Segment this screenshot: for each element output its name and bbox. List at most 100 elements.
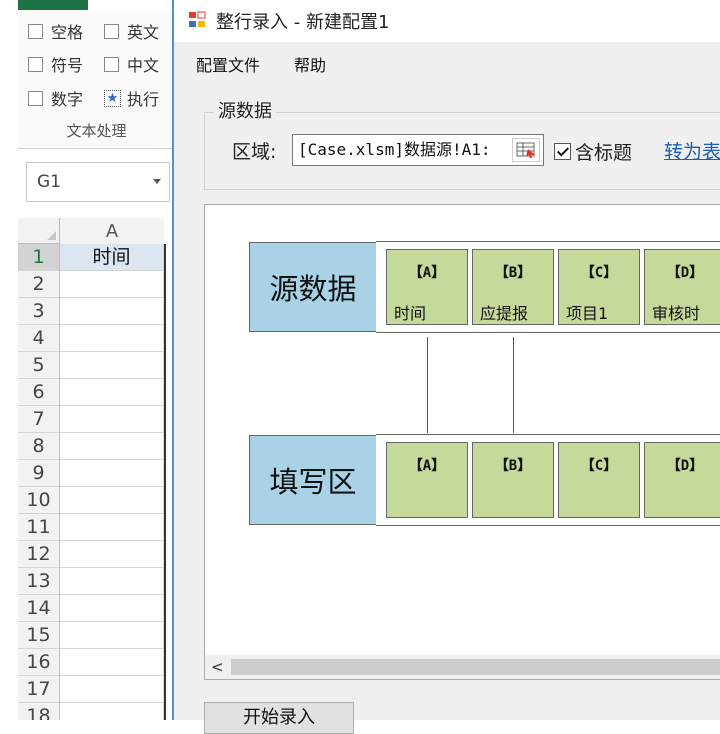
column-name: 时间 <box>394 304 427 323</box>
range-picker-button[interactable] <box>512 138 540 162</box>
cell[interactable] <box>60 352 164 379</box>
convert-to-table-link[interactable]: 转为表 <box>664 137 720 164</box>
cell[interactable] <box>60 676 164 703</box>
cell[interactable] <box>60 460 164 487</box>
select-all-corner[interactable] <box>18 218 60 244</box>
checkbox-label: 英文 <box>127 23 160 42</box>
menu-bar: 配置文件 帮助 <box>174 42 720 82</box>
source-data-group-label: 源数据 <box>214 97 276 123</box>
mapping-connector-b <box>513 337 514 433</box>
scroll-left-icon[interactable]: < <box>211 658 224 676</box>
column-letter: 【A】 <box>408 265 446 281</box>
area-range-input[interactable]: [Case.xlsm]数据源!A1: <box>292 134 544 166</box>
checkbox-chinese[interactable]: 中文 <box>104 52 159 76</box>
column-name: 应提报 <box>480 304 529 323</box>
cell[interactable] <box>60 568 164 595</box>
excel-window: 空格 英文 符号 中文 数字 ★ 执行 文本处理 G1 A 1 2 3 4 5 … <box>0 0 175 720</box>
column-a-cells: 时间 <box>60 244 164 720</box>
row-header[interactable]: 11 <box>18 514 59 541</box>
execute-button[interactable]: ★ 执行 <box>104 86 159 110</box>
cell[interactable] <box>60 433 164 460</box>
column-letter: 【D】 <box>666 458 704 474</box>
row-header[interactable]: 9 <box>18 460 59 487</box>
cell[interactable] <box>60 271 164 298</box>
target-column-c[interactable]: 【C】 <box>558 442 640 518</box>
target-column-a[interactable]: 【A】 <box>386 442 468 518</box>
cell[interactable] <box>60 514 164 541</box>
source-column-d[interactable]: 【D】 审核时 <box>644 249 720 325</box>
checkbox-box[interactable] <box>28 56 43 72</box>
checkbox-box[interactable] <box>28 23 43 39</box>
name-box[interactable]: G1 <box>26 162 170 202</box>
row-header[interactable]: 4 <box>18 325 59 352</box>
row-header[interactable]: 5 <box>18 352 59 379</box>
checkbox-box[interactable] <box>28 90 43 106</box>
target-row-label: 填写区 <box>249 435 377 525</box>
start-entry-button[interactable]: 开始录入 <box>204 702 354 734</box>
row-header[interactable]: 17 <box>18 676 59 703</box>
app-icon <box>189 11 206 27</box>
checkbox-checked-icon[interactable] <box>554 143 571 160</box>
checkbox-space[interactable]: 空格 <box>28 19 83 43</box>
scrollbar-thumb[interactable] <box>231 659 720 675</box>
checkbox-label: 符号 <box>51 56 84 75</box>
row-header[interactable]: 8 <box>18 433 59 460</box>
target-column-d[interactable]: 【D】 <box>644 442 720 518</box>
row-header[interactable]: 18 <box>18 703 59 720</box>
menu-help[interactable]: 帮助 <box>294 52 326 76</box>
source-row-label: 源数据 <box>249 242 377 332</box>
row-header[interactable]: 15 <box>18 622 59 649</box>
row-header[interactable]: 14 <box>18 595 59 622</box>
row-header[interactable]: 6 <box>18 379 59 406</box>
checkbox-box[interactable] <box>104 56 119 72</box>
has-header-checkbox[interactable]: 含标题 <box>554 138 632 165</box>
column-letter: 【A】 <box>408 458 446 474</box>
checkbox-label: 空格 <box>51 23 84 42</box>
row-header[interactable]: 10 <box>18 487 59 514</box>
row-header-column: 1 2 3 4 5 6 7 8 9 10 11 12 13 14 15 16 1… <box>18 244 60 720</box>
range-picker-icon <box>516 142 535 158</box>
column-header-a[interactable]: A <box>60 218 164 245</box>
cell[interactable] <box>60 622 164 649</box>
source-column-a[interactable]: 【A】 时间 <box>386 249 468 325</box>
area-label: 区域: <box>232 141 277 163</box>
cell[interactable] <box>60 325 164 352</box>
checkbox-label: 数字 <box>51 90 84 109</box>
has-header-label: 含标题 <box>575 142 633 164</box>
target-column-b[interactable]: 【B】 <box>472 442 554 518</box>
checkbox-number[interactable]: 数字 <box>28 86 83 110</box>
cell-a1[interactable]: 时间 <box>60 244 164 271</box>
checkbox-box[interactable] <box>104 23 119 39</box>
menu-config-file[interactable]: 配置文件 <box>196 52 260 76</box>
cell[interactable] <box>60 298 164 325</box>
cell[interactable] <box>60 406 164 433</box>
row-header[interactable]: 1 <box>18 244 59 271</box>
column-letter: 【D】 <box>666 265 704 281</box>
row-header[interactable]: 7 <box>18 406 59 433</box>
cell[interactable] <box>60 595 164 622</box>
cell[interactable] <box>60 703 164 720</box>
row-entry-dialog: 整行录入 - 新建配置1 配置文件 帮助 源数据 区域: [Case.xlsm]… <box>172 0 720 734</box>
checkbox-english[interactable]: 英文 <box>104 19 159 43</box>
source-column-b[interactable]: 【B】 应提报 <box>472 249 554 325</box>
row-header[interactable]: 3 <box>18 298 59 325</box>
chevron-down-icon[interactable] <box>153 179 161 184</box>
mapping-connector-a <box>427 337 428 433</box>
row-header[interactable]: 16 <box>18 649 59 676</box>
source-column-c[interactable]: 【C】 项目1 <box>558 249 640 325</box>
cell[interactable] <box>60 649 164 676</box>
checkbox-symbol[interactable]: 符号 <box>28 52 83 76</box>
horizontal-scrollbar[interactable]: < <box>205 655 720 679</box>
cell[interactable] <box>60 487 164 514</box>
row-header[interactable]: 2 <box>18 271 59 298</box>
column-letter: 【B】 <box>494 265 532 281</box>
column-border <box>164 244 166 720</box>
row-header[interactable]: 13 <box>18 568 59 595</box>
row-header[interactable]: 12 <box>18 541 59 568</box>
cell[interactable] <box>60 541 164 568</box>
column-name: 项目1 <box>566 304 609 323</box>
star-icon: ★ <box>104 89 121 107</box>
ribbon-active-tab-indicator <box>18 0 88 10</box>
dialog-titlebar[interactable]: 整行录入 - 新建配置1 <box>174 0 720 42</box>
cell[interactable] <box>60 379 164 406</box>
